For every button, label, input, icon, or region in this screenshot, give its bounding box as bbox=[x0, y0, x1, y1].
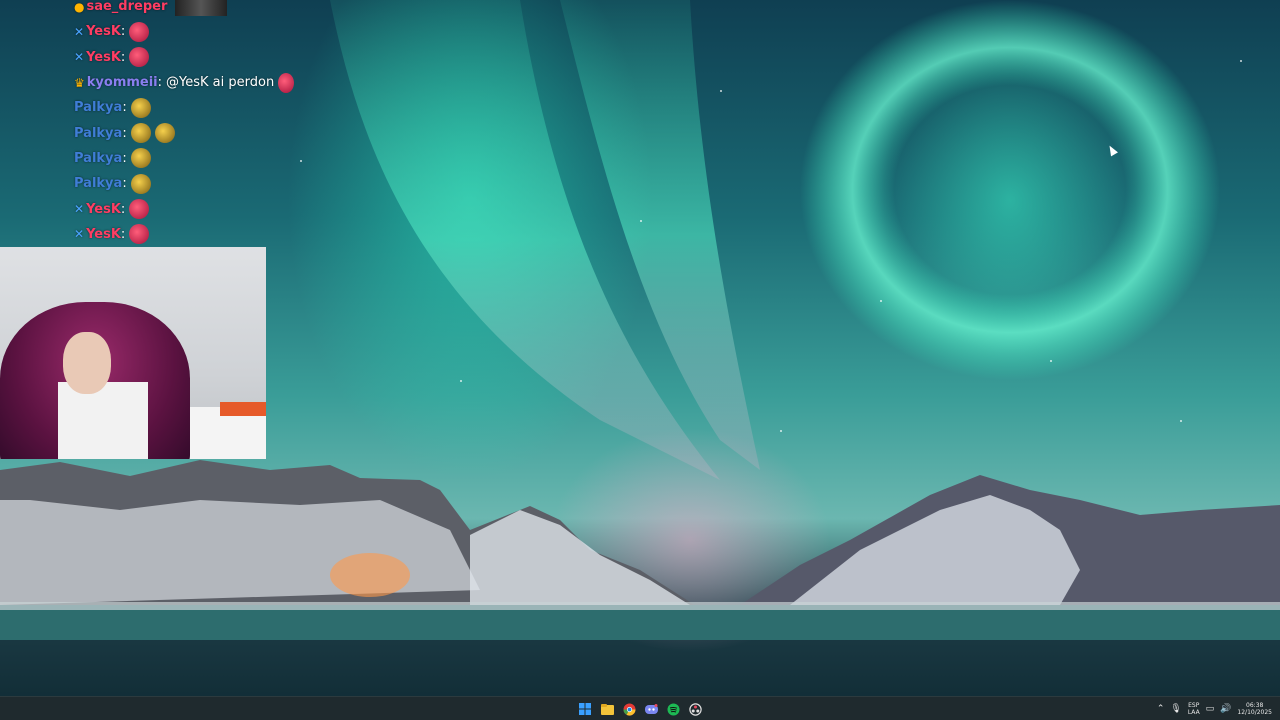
desktop-wallpaper: ● sae_dreper ✕ YesK: ✕ YesK: ♛ kyommeii: @YesK a… bbox=[0, 0, 1280, 720]
chat-message: Palkya: bbox=[74, 171, 294, 196]
chat-emote bbox=[130, 148, 151, 169]
chat-separator: : bbox=[122, 125, 127, 141]
chat-username[interactable]: kyommeii bbox=[87, 75, 158, 90]
chat-separator: : bbox=[120, 24, 126, 40]
chat-username[interactable]: YesK bbox=[86, 202, 121, 217]
chat-emote bbox=[154, 123, 175, 144]
chat-username[interactable]: YesK bbox=[86, 227, 121, 242]
chat-message: ✕ YesK: bbox=[74, 222, 294, 247]
sword-icon: ✕ bbox=[74, 24, 85, 39]
microphone-icon[interactable]: 🎙 bbox=[1170, 704, 1181, 714]
clock-time: 06:38 bbox=[1246, 702, 1264, 709]
chat-separator: : bbox=[120, 49, 126, 65]
chat-username[interactable]: Palkya bbox=[74, 100, 122, 115]
chat-message: ♛ kyommeii: @YesK ai perdon bbox=[74, 70, 294, 95]
chat-emote bbox=[130, 123, 151, 144]
file-explorer-icon[interactable] bbox=[598, 699, 616, 719]
system-tray: ⌃ 🎙 ESP LAA ▭ 🔊 06:38 12/10/2025 bbox=[1157, 697, 1272, 720]
taskbar-apps bbox=[576, 699, 704, 719]
webcam-feed bbox=[0, 247, 266, 459]
chat-message: ✕ YesK: bbox=[74, 45, 294, 70]
language-code: ESP bbox=[1188, 702, 1200, 709]
chat-username[interactable]: Palkya bbox=[74, 176, 122, 191]
chat-message: ✕ YesK: bbox=[74, 196, 294, 221]
webcam-desk-item bbox=[220, 402, 266, 416]
crown-icon: ♛ bbox=[74, 75, 85, 90]
stream-chat-overlay: ● sae_dreper ✕ YesK: ✕ YesK: ♛ kyommeii: @YesK a… bbox=[74, 0, 294, 247]
chat-username[interactable]: sae_dreper bbox=[86, 0, 167, 14]
webcam-person-shirt bbox=[58, 382, 148, 459]
chat-thumbnail bbox=[175, 0, 228, 16]
chat-username[interactable]: YesK bbox=[86, 24, 121, 39]
chat-message: Palkya: bbox=[74, 95, 294, 120]
chrome-icon[interactable] bbox=[620, 699, 638, 719]
chat-message: Palkya: bbox=[74, 146, 294, 171]
chat-emote bbox=[130, 97, 151, 118]
bits-icon: ● bbox=[74, 0, 85, 14]
discord-icon[interactable] bbox=[642, 699, 660, 719]
mountain-landscape bbox=[0, 460, 1280, 640]
chat-emote bbox=[129, 47, 150, 68]
sword-icon: ✕ bbox=[74, 50, 85, 65]
sword-icon: ✕ bbox=[74, 202, 85, 217]
chat-emote bbox=[130, 173, 151, 194]
network-icon[interactable]: ▭ bbox=[1206, 704, 1215, 714]
chat-separator: : bbox=[122, 150, 127, 166]
obs-icon[interactable] bbox=[686, 699, 704, 719]
volume-icon[interactable]: 🔊 bbox=[1220, 704, 1231, 714]
language-indicator[interactable]: ESP LAA bbox=[1188, 702, 1200, 716]
chat-emote bbox=[129, 21, 150, 42]
chat-emote bbox=[129, 199, 150, 220]
taskbar: ⌃ 🎙 ESP LAA ▭ 🔊 06:38 12/10/2025 bbox=[0, 696, 1280, 720]
chevron-up-icon[interactable]: ⌃ bbox=[1157, 704, 1165, 714]
clock[interactable]: 06:38 12/10/2025 bbox=[1237, 702, 1272, 716]
keyboard-layout: LAA bbox=[1187, 709, 1200, 716]
chat-username[interactable]: Palkya bbox=[74, 126, 122, 141]
chat-emote bbox=[129, 224, 150, 245]
chat-separator: : bbox=[122, 176, 127, 192]
clock-date: 12/10/2025 bbox=[1237, 709, 1272, 716]
chat-emote bbox=[278, 72, 294, 93]
chat-separator: : bbox=[157, 75, 163, 91]
webcam-person-face bbox=[63, 332, 111, 394]
chat-separator: : bbox=[120, 201, 126, 217]
chat-message: Palkya: bbox=[74, 120, 294, 145]
sword-icon: ✕ bbox=[74, 227, 85, 242]
start-icon[interactable] bbox=[576, 699, 594, 719]
spotify-icon[interactable] bbox=[664, 699, 682, 719]
chat-message: ● sae_dreper bbox=[74, 0, 294, 19]
chat-message: ✕ YesK: bbox=[74, 19, 294, 44]
chat-separator: : bbox=[122, 100, 127, 116]
chat-username[interactable]: Palkya bbox=[74, 151, 122, 166]
chat-message-text: @YesK ai perdon bbox=[166, 75, 275, 91]
chat-separator: : bbox=[120, 226, 126, 242]
chat-username[interactable]: YesK bbox=[86, 50, 121, 65]
